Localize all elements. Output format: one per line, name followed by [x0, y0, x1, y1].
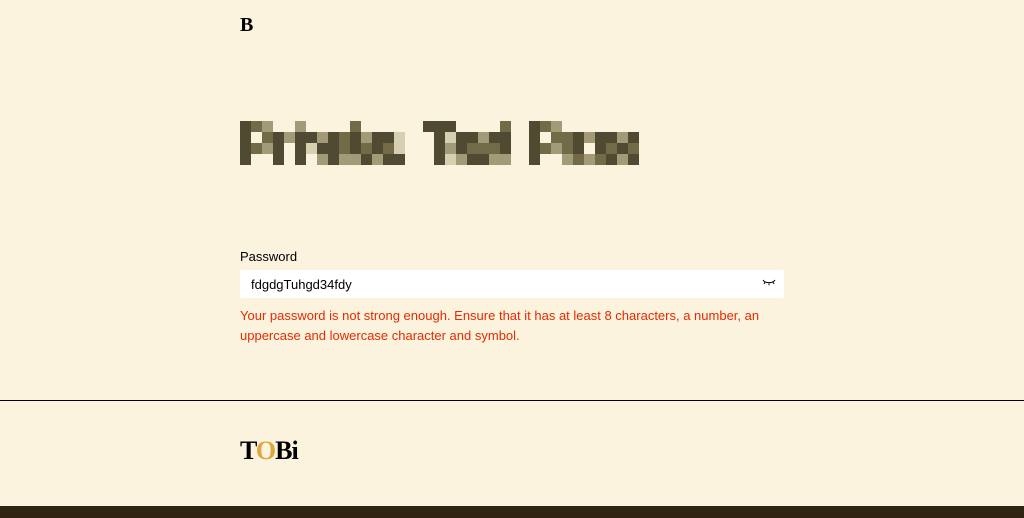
footer: TOBi: [240, 436, 298, 466]
password-form-group: Password Your password is not strong eno…: [240, 249, 784, 345]
footer-logo[interactable]: TOBi: [240, 436, 298, 465]
password-input[interactable]: [240, 270, 784, 298]
password-label: Password: [240, 249, 784, 264]
header-logo[interactable]: B: [240, 14, 253, 37]
footer-bottom-bar: [0, 506, 1024, 518]
page-title-obscured: [240, 121, 784, 165]
password-error-text: Your password is not strong enough. Ensu…: [240, 306, 784, 345]
footer-divider: [0, 400, 1024, 401]
